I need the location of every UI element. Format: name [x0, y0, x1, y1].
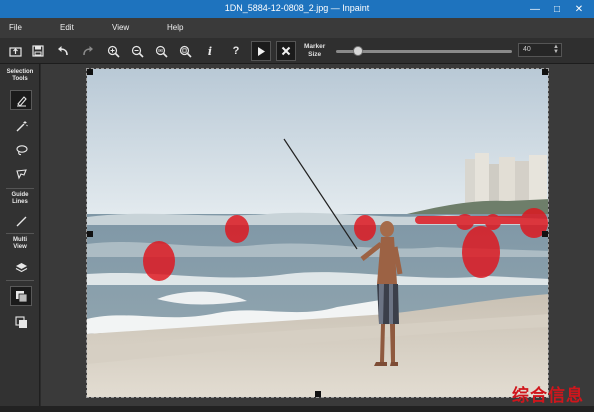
- maximize-icon[interactable]: □: [546, 0, 568, 18]
- polygon-lasso-icon[interactable]: [10, 164, 32, 184]
- marker-label-line1: Marker: [304, 43, 326, 50]
- menu-help[interactable]: Help: [167, 23, 183, 32]
- resize-handle-tr[interactable]: [542, 69, 548, 75]
- zoom-out-icon[interactable]: [127, 41, 147, 61]
- marker-size-value: 40: [523, 46, 531, 53]
- marker-size-slider[interactable]: [336, 46, 512, 56]
- menu-bar: File Edit View Help: [0, 18, 594, 38]
- marker-icon[interactable]: [10, 90, 32, 110]
- selection-tools-line2: Tools: [12, 76, 28, 82]
- resize-handle-b[interactable]: [315, 391, 321, 397]
- status-bar: [0, 406, 594, 412]
- watermark-text: 综合信息: [512, 386, 584, 406]
- menu-file[interactable]: File: [9, 23, 22, 32]
- multi-view-line1: Multi: [13, 237, 27, 243]
- guide-lines-line2: Lines: [12, 199, 28, 205]
- selection-tools-line1: Selection: [6, 69, 34, 75]
- panel-divider: [6, 188, 34, 189]
- window-title: 1DN_5884-12-0808_2.jpg — Inpaint: [224, 3, 370, 13]
- minimize-icon[interactable]: —: [524, 0, 546, 18]
- info-icon[interactable]: i: [200, 41, 220, 61]
- open-image-icon[interactable]: [5, 41, 25, 61]
- multi-view-line2: View: [13, 244, 27, 250]
- lasso-icon[interactable]: [10, 140, 32, 160]
- marker-size-input[interactable]: 40 ▲ ▼: [518, 43, 562, 57]
- panel-divider: [6, 233, 34, 234]
- selection-tools-heading: Selection Tools: [0, 69, 40, 83]
- resize-handle-r[interactable]: [542, 231, 548, 237]
- guide-lines-line1: Guide: [11, 192, 29, 198]
- view-side-by-side-icon[interactable]: [10, 286, 32, 306]
- help-icon[interactable]: ?: [226, 41, 246, 61]
- close-icon[interactable]: ✕: [568, 0, 590, 18]
- panel-divider: [6, 280, 34, 281]
- marker-size-slider-handle[interactable]: [352, 46, 363, 56]
- title-bar: 1DN_5884-12-0808_2.jpg — Inpaint — □ ✕: [0, 0, 594, 18]
- undo-icon[interactable]: [53, 41, 73, 61]
- photo-canvas[interactable]: [86, 68, 549, 398]
- zoom-fit-icon[interactable]: [175, 41, 195, 61]
- guide-line-icon[interactable]: [10, 211, 32, 231]
- multi-view-heading: Multi View: [0, 237, 40, 251]
- marker-size-label: Marker Size: [304, 43, 325, 59]
- zoom-in-icon[interactable]: [103, 41, 123, 61]
- resize-handle-tl[interactable]: [87, 69, 93, 75]
- save-icon[interactable]: [28, 41, 48, 61]
- menu-edit[interactable]: Edit: [60, 23, 74, 32]
- beach-fishing-photo[interactable]: [87, 69, 549, 398]
- zoom-actual-size-icon[interactable]: [151, 41, 171, 61]
- magic-wand-icon[interactable]: [10, 116, 32, 136]
- menu-view[interactable]: View: [112, 23, 129, 32]
- clear-selection-icon[interactable]: [276, 41, 296, 61]
- guide-lines-heading: Guide Lines: [0, 192, 40, 206]
- tools-panel: Selection Tools Guide Lines Multi View: [0, 64, 40, 406]
- resize-handle-l[interactable]: [87, 231, 93, 237]
- run-inpaint-icon[interactable]: [251, 41, 271, 61]
- layers-icon[interactable]: [10, 257, 32, 277]
- canvas-area[interactable]: [41, 64, 594, 406]
- toolbar: i ? Marker Size 40 ▲ ▼: [0, 38, 594, 64]
- marker-label-line2: Size: [308, 51, 322, 58]
- spinner-arrows-icon[interactable]: ▲ ▼: [553, 44, 559, 55]
- redo-icon[interactable]: [78, 41, 98, 61]
- view-overlay-icon[interactable]: [10, 312, 32, 332]
